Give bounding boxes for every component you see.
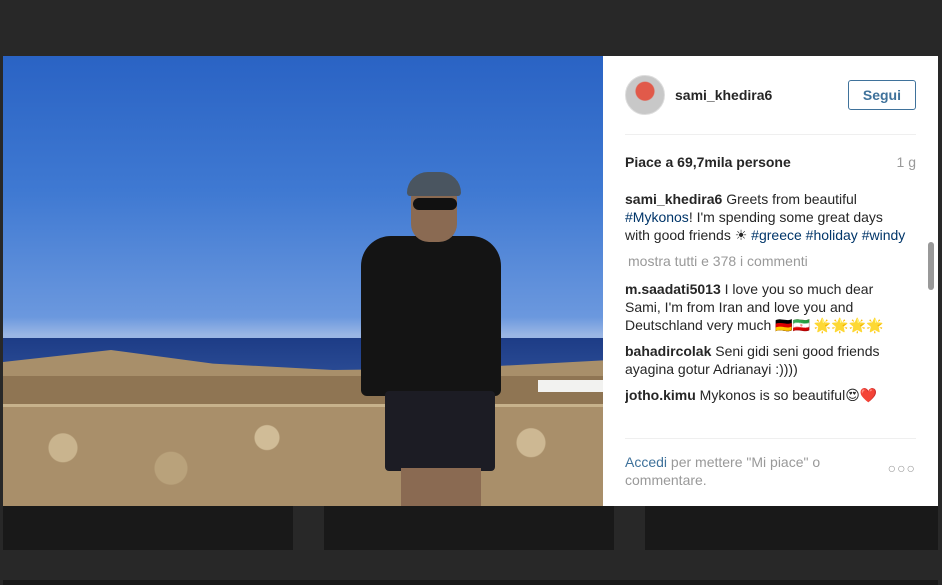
photo-person-jacket	[361, 236, 501, 396]
caption-author[interactable]: sami_khedira6	[625, 191, 722, 207]
comment-text: Mykonos is so beautiful😍❤️	[699, 387, 878, 403]
likes-count[interactable]: Piace a 69,7mila persone	[625, 154, 791, 170]
post-header: sami_khedira6 Segui	[625, 56, 916, 135]
comments-list[interactable]: sami_khedira6 Greets from beautiful #Myk…	[625, 190, 910, 438]
post-footer: Accedi per mettere "Mi piace" o commenta…	[625, 438, 916, 489]
photo-person-shorts	[385, 391, 495, 471]
login-link[interactable]: Accedi	[625, 454, 667, 470]
photo-person-legs	[401, 468, 481, 506]
hashtag-mykonos[interactable]: #Mykonos	[625, 209, 689, 225]
hashtag-windy[interactable]: #windy	[862, 227, 906, 243]
username-link[interactable]: sami_khedira6	[675, 87, 772, 103]
photo-person-cap	[407, 172, 461, 196]
post-photo[interactable]	[3, 56, 603, 506]
hashtag-holiday[interactable]: #holiday	[806, 227, 858, 243]
follow-button[interactable]: Segui	[847, 80, 916, 110]
more-options-icon[interactable]: ○○○	[886, 459, 916, 489]
post-modal: sami_khedira6 Segui Piace a 69,7mila per…	[3, 56, 938, 506]
list-item: m.saadati5013 I love you so much dear Sa…	[625, 280, 910, 334]
comment-author[interactable]: jotho.kimu	[625, 387, 696, 403]
show-all-comments-link[interactable]: mostra tutti e 378 i commenti	[628, 252, 910, 270]
login-prompt: Accedi per mettere "Mi piace" o commenta…	[625, 453, 886, 489]
photo-house	[538, 380, 603, 392]
list-item: bahadircolak Seni gidi seni good friends…	[625, 342, 910, 378]
list-item: jotho.kimu Mykonos is so beautiful😍❤️	[625, 386, 910, 404]
post-time[interactable]: 1 g	[897, 154, 916, 170]
caption: sami_khedira6 Greets from beautiful #Myk…	[625, 190, 910, 244]
comment-author[interactable]: bahadircolak	[625, 343, 711, 359]
likes-row: Piace a 69,7mila persone 1 g	[625, 154, 916, 170]
hashtag-greece[interactable]: #greece	[751, 227, 802, 243]
photo-stone-wall	[3, 404, 603, 506]
comment-author[interactable]: m.saadati5013	[625, 281, 721, 297]
comments-scrollbar[interactable]	[928, 242, 934, 290]
photo-person-sunglasses	[413, 198, 457, 210]
post-side-panel: sami_khedira6 Segui Piace a 69,7mila per…	[603, 56, 938, 506]
avatar[interactable]	[625, 75, 665, 115]
caption-text: Greets from beautiful	[726, 191, 857, 207]
